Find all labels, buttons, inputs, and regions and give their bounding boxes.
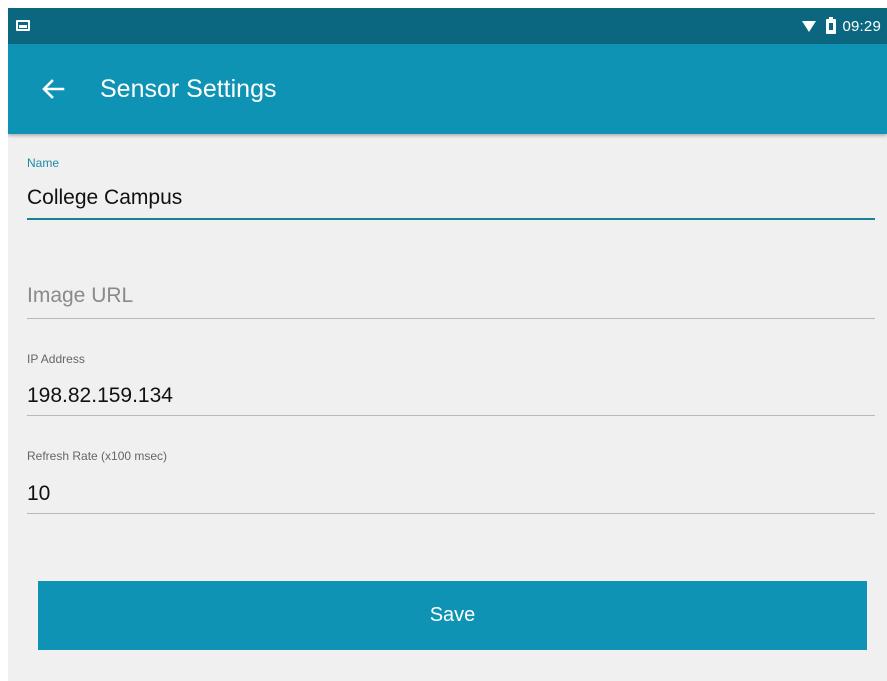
ip-address-underline xyxy=(27,415,875,416)
arrow-back-icon xyxy=(42,79,65,99)
ip-address-field: IP Address xyxy=(27,352,875,422)
page-title: Sensor Settings xyxy=(100,75,277,103)
name-label: Name xyxy=(27,156,60,170)
status-clock: 09:29 xyxy=(842,17,881,35)
image-url-input[interactable] xyxy=(27,281,875,311)
refresh-rate-label: Refresh Rate (x100 msec) xyxy=(27,449,168,463)
save-button[interactable]: Save xyxy=(38,581,867,650)
refresh-rate-underline xyxy=(27,513,875,514)
name-input[interactable] xyxy=(27,183,875,213)
refresh-rate-input[interactable] xyxy=(27,479,875,509)
notification-icon xyxy=(16,20,30,31)
status-indicators: 09:29 xyxy=(802,8,881,44)
status-bar: 09:29 xyxy=(8,8,887,44)
name-underline xyxy=(27,218,875,220)
app-bar: Sensor Settings xyxy=(8,44,887,134)
battery-icon xyxy=(826,16,837,34)
device-screen: 09:29 Sensor Settings Name IP Address Re… xyxy=(8,8,887,681)
back-button[interactable] xyxy=(36,72,70,106)
name-field: Name xyxy=(27,156,875,226)
refresh-rate-field: Refresh Rate (x100 msec) xyxy=(27,449,875,519)
image-url-underline xyxy=(27,318,875,319)
image-url-field xyxy=(27,278,875,328)
ip-address-label: IP Address xyxy=(27,352,85,366)
wifi-icon xyxy=(802,20,817,32)
ip-address-input[interactable] xyxy=(27,381,875,411)
